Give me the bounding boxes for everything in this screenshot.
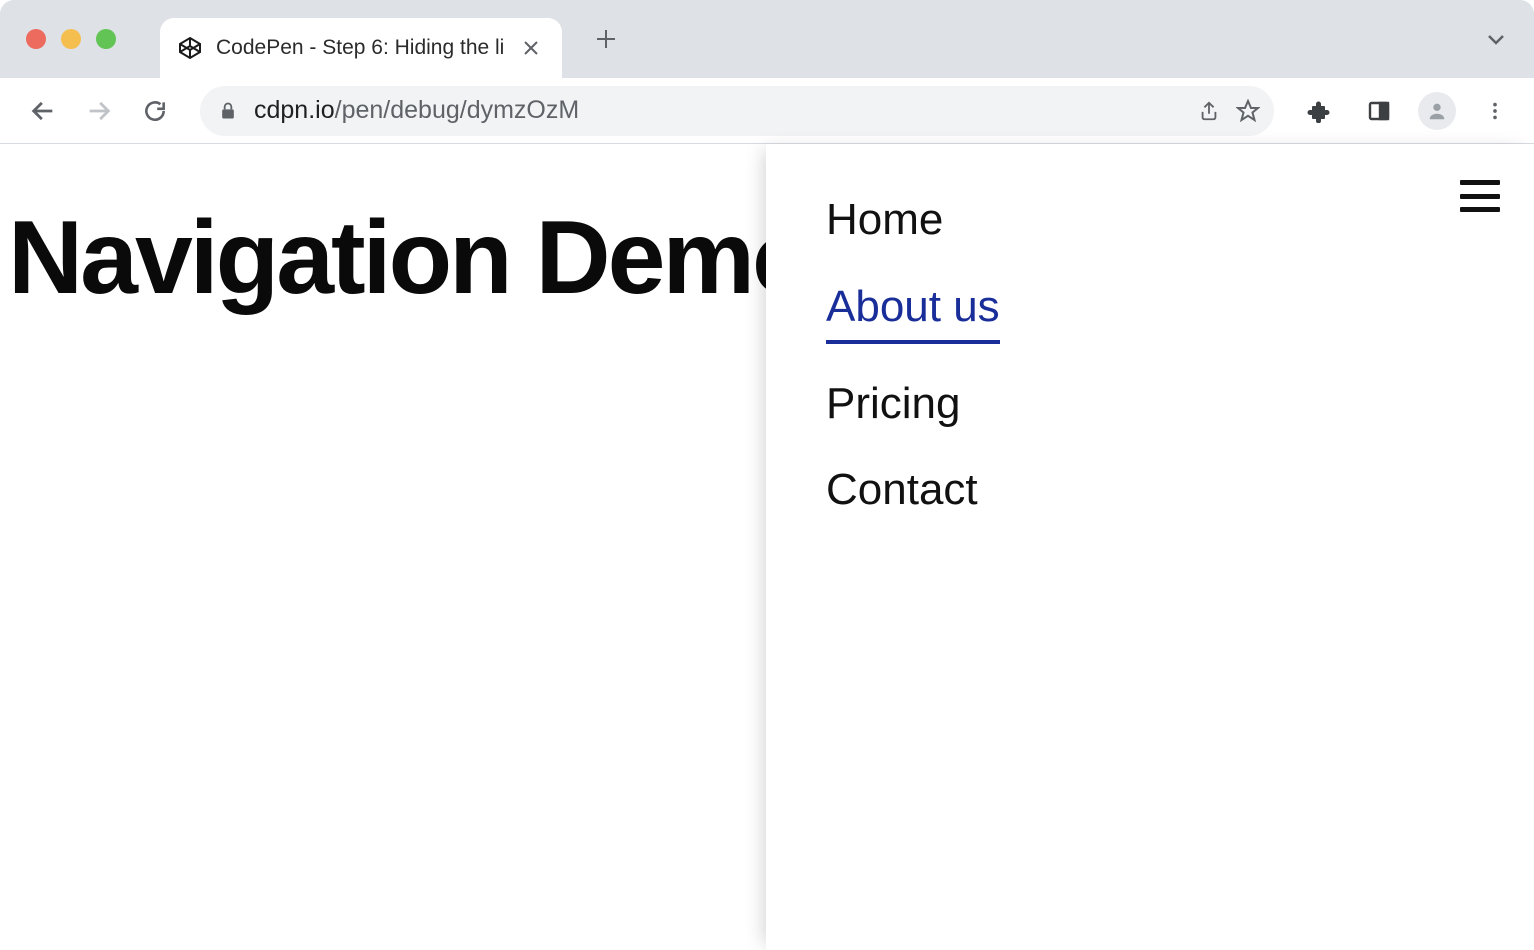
tab-title: CodePen - Step 6: Hiding the li [216, 36, 504, 60]
extensions-button[interactable] [1298, 90, 1340, 132]
nav-link-about[interactable]: About us [826, 281, 1000, 344]
tab-overflow-button[interactable] [1476, 19, 1516, 59]
nav-link-home[interactable]: Home [826, 194, 943, 247]
profile-avatar[interactable] [1418, 92, 1456, 130]
address-bar[interactable]: cdpn.io/pen/debug/dymzOzM [200, 86, 1274, 136]
nav-link-contact[interactable]: Contact [826, 464, 978, 517]
hamburger-menu-button[interactable] [1460, 180, 1500, 212]
nav-list: Home About us Pricing Contact [826, 194, 1474, 517]
share-icon[interactable] [1198, 100, 1220, 122]
window-minimize-button[interactable] [61, 29, 81, 49]
bookmark-icon[interactable] [1236, 99, 1260, 123]
new-tab-button[interactable] [582, 15, 630, 63]
url-host: cdpn.io [254, 96, 335, 124]
lock-icon [218, 101, 238, 121]
codepen-icon [178, 36, 202, 60]
window-zoom-button[interactable] [96, 29, 116, 49]
nav-link-pricing[interactable]: Pricing [826, 378, 961, 431]
nav-item-about: About us [826, 281, 1474, 344]
page-viewport: Navigation Demo Home About us Pricing Co… [0, 144, 1534, 950]
side-navigation-panel: Home About us Pricing Contact [766, 144, 1534, 950]
nav-item-contact: Contact [826, 464, 1474, 517]
browser-toolbar: cdpn.io/pen/debug/dymzOzM [0, 78, 1534, 144]
tab-close-button[interactable] [518, 35, 544, 61]
reload-button[interactable] [134, 90, 176, 132]
window-close-button[interactable] [26, 29, 46, 49]
nav-item-home: Home [826, 194, 1474, 247]
window-controls [26, 29, 116, 49]
kebab-menu-button[interactable] [1474, 90, 1516, 132]
url-text: cdpn.io/pen/debug/dymzOzM [254, 96, 1182, 125]
browser-chrome: CodePen - Step 6: Hiding the li [0, 0, 1534, 144]
forward-button[interactable] [78, 90, 120, 132]
url-path: /pen/debug/dymzOzM [335, 96, 580, 124]
side-panel-button[interactable] [1358, 90, 1400, 132]
browser-tab-active[interactable]: CodePen - Step 6: Hiding the li [160, 18, 562, 78]
tab-strip: CodePen - Step 6: Hiding the li [0, 0, 1534, 78]
back-button[interactable] [22, 90, 64, 132]
nav-item-pricing: Pricing [826, 378, 1474, 431]
